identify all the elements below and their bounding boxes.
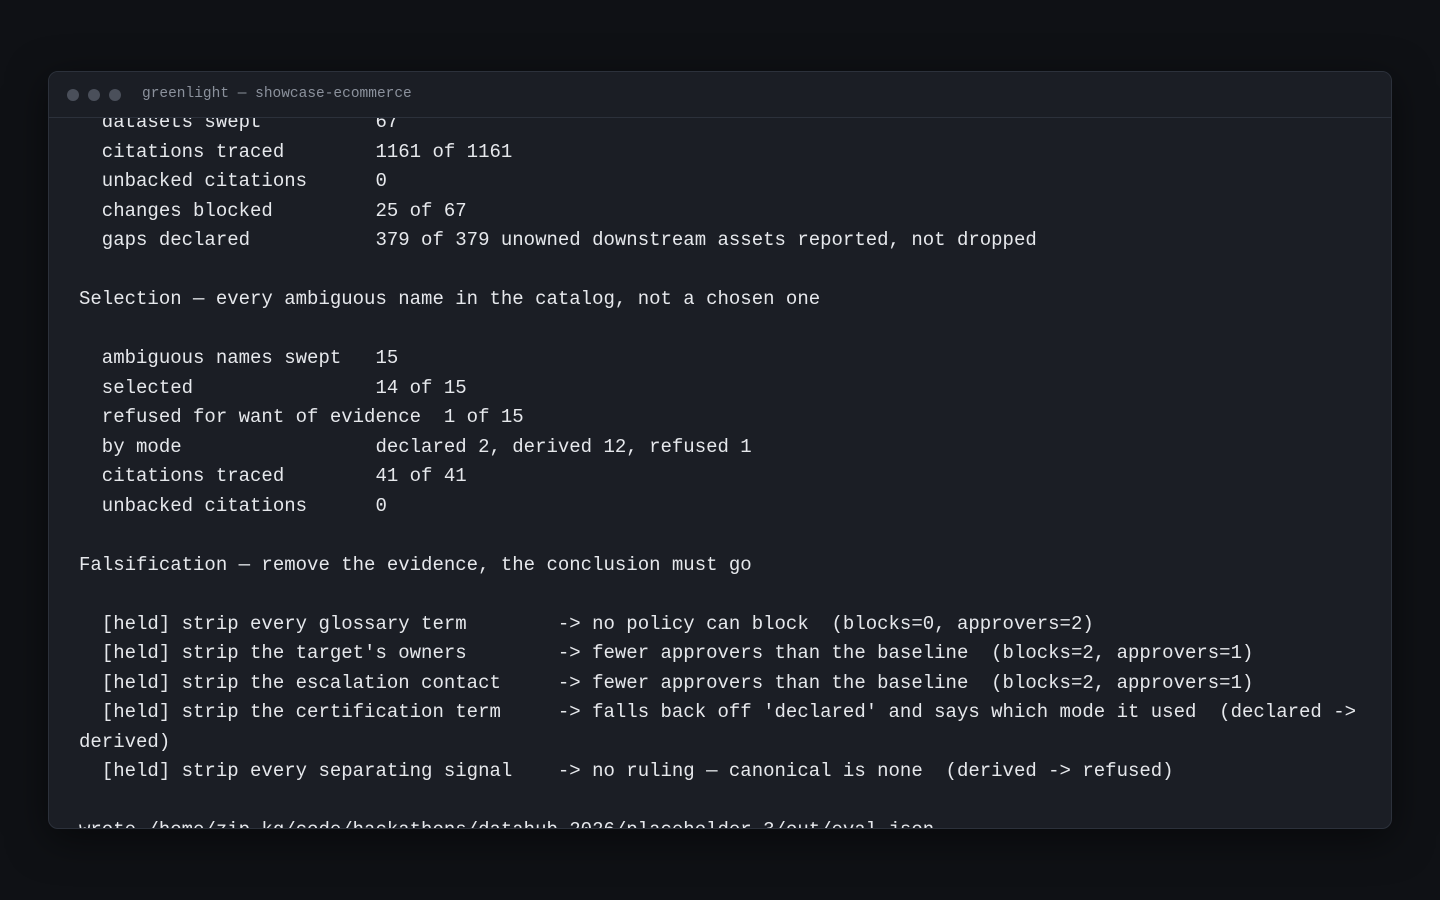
terminal-line: by mode declared 2, derived 12, refused … xyxy=(79,435,752,458)
terminal-output[interactable]: datasets swept 67 citations traced 1161 … xyxy=(49,118,1391,828)
section-heading: Falsification — remove the evidence, the… xyxy=(79,553,752,576)
terminal-line: wrote /home/zip_kg/code/hackathons/datah… xyxy=(79,816,1369,828)
close-window-button[interactable] xyxy=(67,89,79,101)
maximize-window-button[interactable] xyxy=(109,89,121,101)
terminal-line: [held] strip every separating signal -> … xyxy=(79,760,1174,782)
terminal-line: [held] strip the certification term -> f… xyxy=(79,701,1357,723)
terminal-line: citations traced 1161 of 1161 xyxy=(79,140,513,163)
terminal-line: [held] strip every glossary term -> no p… xyxy=(79,612,1094,635)
terminal-line: [held] strip the target's owners -> fewe… xyxy=(79,642,1254,664)
terminal-line: unbacked citations 0 xyxy=(79,170,387,192)
section-heading: Selection — every ambiguous name in the … xyxy=(79,288,821,310)
minimize-window-button[interactable] xyxy=(88,89,100,101)
terminal-line: derived) xyxy=(79,730,171,753)
terminal-line: citations traced 41 of 41 xyxy=(79,465,467,487)
terminal-window: greenlight — showcase-ecommerce datasets… xyxy=(48,71,1392,829)
terminal-line: [held] strip the escalation contact -> f… xyxy=(79,671,1254,694)
title-bar: greenlight — showcase-ecommerce xyxy=(49,72,1391,118)
terminal-lines: datasets swept 67 citations traced 1161 … xyxy=(79,118,1369,828)
terminal-line: changes blocked 25 of 67 xyxy=(79,199,467,222)
terminal-line: selected 14 of 15 xyxy=(79,376,467,399)
terminal-line: refused for want of evidence 1 of 15 xyxy=(79,406,524,428)
terminal-line: ambiguous names swept 15 xyxy=(79,347,399,369)
window-title: greenlight — showcase-ecommerce xyxy=(142,86,412,102)
terminal-line: unbacked citations 0 xyxy=(79,494,387,517)
terminal-line: datasets swept 67 xyxy=(79,118,399,133)
terminal-line: gaps declared 379 of 379 unowned downstr… xyxy=(79,229,1037,251)
